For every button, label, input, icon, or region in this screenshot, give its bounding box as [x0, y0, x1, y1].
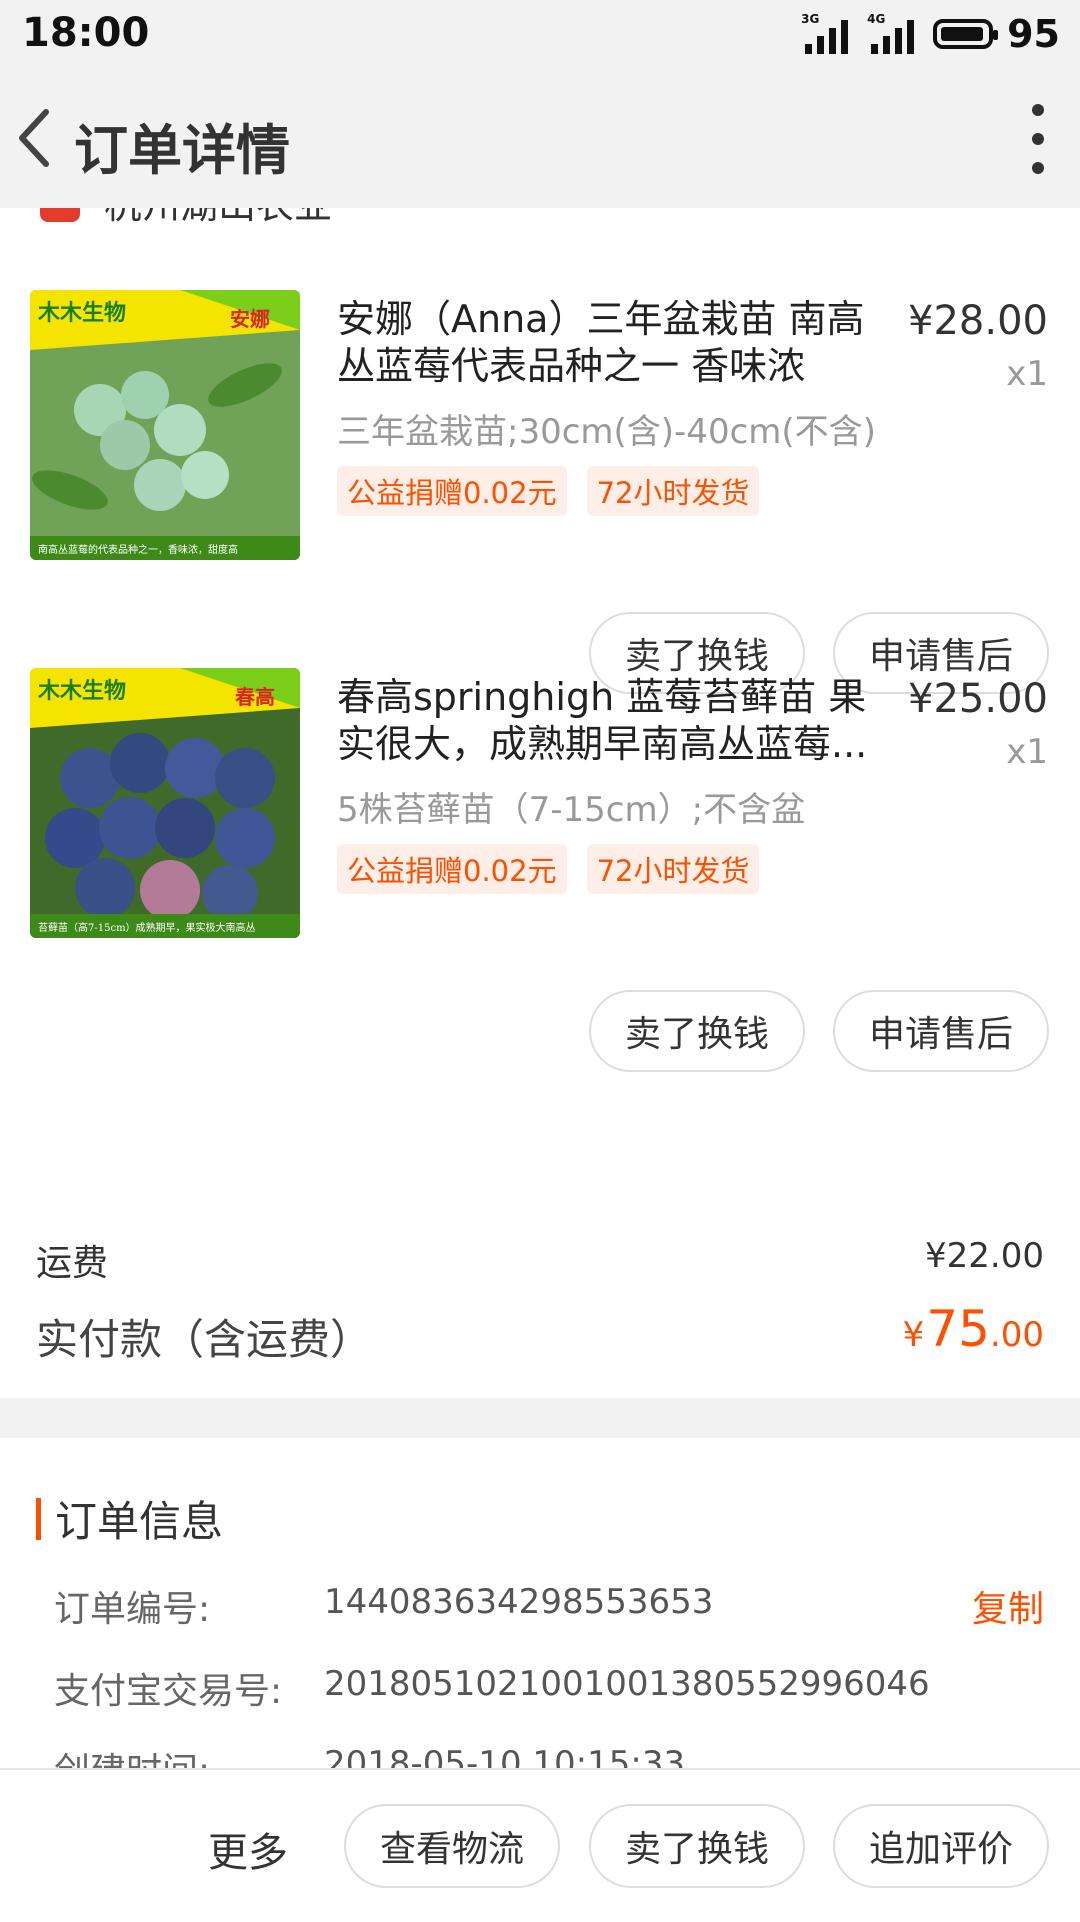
status-bar: 18:00 3G 4G 95: [0, 0, 1080, 66]
back-arrow-icon[interactable]: [14, 106, 54, 170]
status-icons: 3G 4G 95: [801, 12, 1060, 56]
sell-for-cash-button[interactable]: 卖了换钱: [589, 990, 805, 1072]
sell-for-cash-button-bottom[interactable]: 卖了换钱: [589, 1804, 805, 1888]
order-number-value: 1440836342985536​53: [324, 1582, 714, 1622]
product-item[interactable]: 木木生物 春高 苔藓苗（高7-15cm）成熟期早，果实极大南高丛 春高sprin…: [0, 586, 1080, 1072]
nav-bar: 订单详情: [0, 66, 1080, 208]
add-review-button[interactable]: 追加评价: [833, 1804, 1049, 1888]
created-time-value: 2018-05-10 10:15:33: [324, 1744, 686, 1768]
alipay-number-value: 2018051021001001380552996046: [324, 1664, 930, 1704]
order-detail-content[interactable]: 杭州湖山农业 木木生物: [0, 208, 1080, 1768]
battery-level: 95: [1007, 12, 1060, 56]
paid-currency: ¥: [902, 1315, 925, 1355]
image-variety-text: 春高: [234, 685, 275, 709]
product-quantity: x1: [1006, 354, 1048, 394]
product-title[interactable]: 安娜（Anna）三年盆栽苗 南高丛蓝莓代表品种之一 香味浓: [337, 296, 877, 390]
amount-paid-value: ¥ 75 .00: [903, 1300, 1044, 1358]
product-title[interactable]: 春高springhigh 蓝莓苔藓苗 果实很大，成熟期早南高丛蓝莓...: [337, 674, 877, 768]
section-accent-bar: [36, 1497, 41, 1540]
created-time-label: 创建时间:: [54, 1742, 210, 1768]
page-title: 订单详情: [74, 119, 290, 182]
signal-4g-icon: 4G: [867, 12, 919, 54]
view-logistics-button[interactable]: 查看物流: [344, 1804, 560, 1888]
order-info-title: 订单信息: [55, 1497, 224, 1546]
order-info-card: 订单信息 订单编号: 1440836342985536​53 复制 支付宝交易号…: [0, 1438, 1080, 1768]
image-variety-text: 安娜: [230, 307, 270, 331]
shipping-fee-value: ¥22.00: [925, 1236, 1044, 1276]
image-caption-text: 苔藓苗（高7-15cm）成熟期早，果实极大南高丛: [38, 921, 256, 934]
order-info-heading: 订单信息: [36, 1488, 223, 1549]
product-tags: 公益捐赠0.02元 72小时发货: [337, 844, 760, 894]
product-item[interactable]: 木木生物 安娜 南高丛蓝莓的代表品种之一，香味浓，甜度高 安娜（Anna）三年盆…: [0, 208, 1080, 694]
status-time: 18:00: [22, 10, 150, 56]
copy-order-number-button[interactable]: 复制: [972, 1580, 1044, 1632]
shipping-tag: 72小时发货: [586, 844, 760, 894]
order-items-card: 杭州湖山农业 木木生物: [0, 208, 1080, 1398]
product-spec: 5株苔藓苗（7-15cm）;不含盆: [337, 790, 806, 830]
order-number-label: 订单编号:: [54, 1589, 211, 1630]
battery-icon: [933, 19, 999, 49]
paid-integer: 75: [926, 1300, 990, 1358]
image-caption-text: 南高丛蓝莓的代表品种之一，香味浓，甜度高: [38, 543, 238, 556]
image-brand-text: 木木生物: [37, 678, 126, 704]
shipping-fee-label: 运费: [36, 1243, 109, 1284]
product-image[interactable]: 木木生物 安娜 南高丛蓝莓的代表品种之一，香味浓，甜度高: [30, 290, 300, 560]
donation-tag: 公益捐赠0.02元: [337, 844, 567, 894]
amount-paid-label: 实付款（含运费）: [36, 1315, 373, 1364]
more-options-icon[interactable]: [1028, 104, 1048, 174]
product-price: ¥28.00: [908, 298, 1048, 344]
paid-decimal: .00: [989, 1315, 1044, 1355]
more-actions-button[interactable]: 更多: [208, 1820, 288, 1878]
donation-tag: 公益捐赠0.02元: [337, 466, 567, 516]
product-price: ¥25.00: [908, 676, 1048, 722]
alipay-number-label: 支付宝交易号:: [54, 1671, 283, 1712]
product-quantity: x1: [1006, 732, 1048, 772]
shipping-tag: 72小时发货: [586, 466, 760, 516]
signal-3g-icon: 3G: [801, 12, 853, 54]
after-sale-button[interactable]: 申请售后: [833, 990, 1049, 1072]
product-spec: 三年盆栽苗;30cm(含)-40cm(不含): [337, 412, 876, 452]
image-brand-text: 木木生物: [37, 300, 126, 326]
bottom-action-bar: 更多 查看物流 卖了换钱 追加评价: [0, 1768, 1080, 1922]
product-image[interactable]: 木木生物 春高 苔藓苗（高7-15cm）成熟期早，果实极大南高丛: [30, 668, 300, 938]
product-tags: 公益捐赠0.02元 72小时发货: [337, 466, 760, 516]
